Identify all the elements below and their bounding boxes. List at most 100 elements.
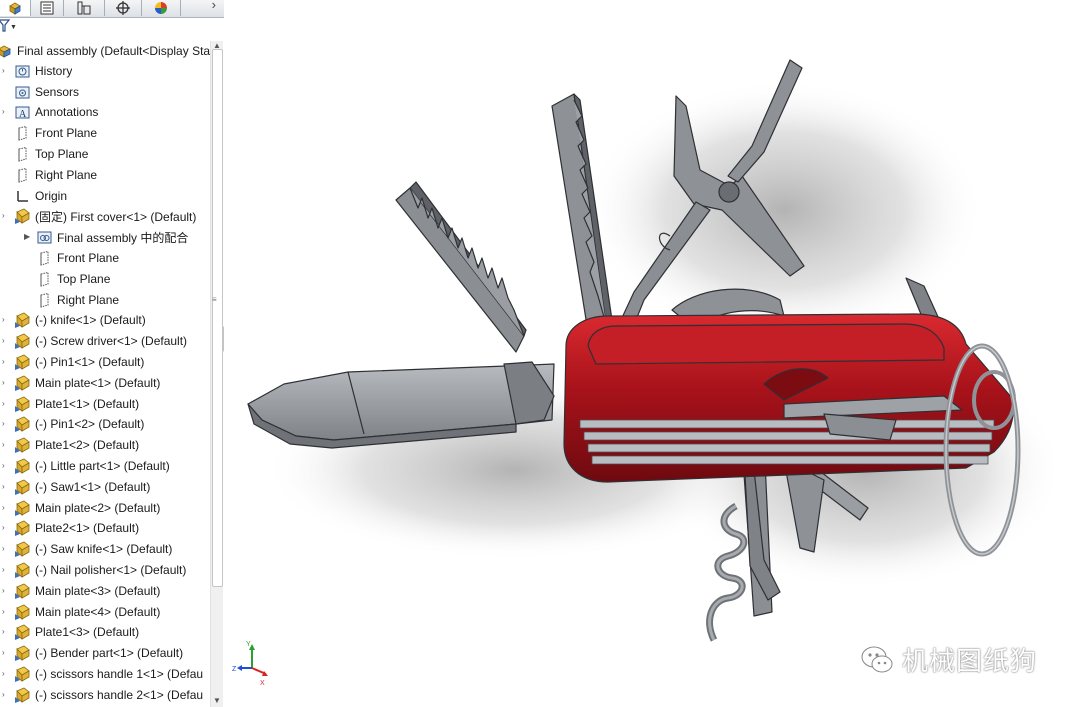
tree-expander-icon[interactable]: › [2, 648, 5, 657]
tree-node[interactable]: Main plate<2> (Default) [14, 498, 160, 518]
history-icon [14, 63, 31, 80]
tree-expander-icon[interactable]: › [2, 419, 5, 428]
tree-expander-icon[interactable]: › [2, 565, 5, 574]
tree-node[interactable]: (-) Screw driver<1> (Default) [14, 331, 187, 351]
tree-node[interactable]: Front Plane [14, 123, 97, 143]
tree-expander-icon[interactable]: › [2, 690, 5, 699]
tree-node[interactable]: (-) scissors handle 2<1> (Defau [14, 685, 203, 705]
plane-icon [14, 125, 31, 142]
tree-expander-icon[interactable]: › [2, 544, 5, 553]
filter-icon [0, 19, 10, 32]
tree-node-label: (-) Screw driver<1> (Default) [35, 334, 188, 348]
tree-node-label: Right Plane [57, 293, 120, 307]
tree-expander-icon[interactable]: › [2, 440, 5, 449]
tree-node[interactable]: (-) knife<1> (Default) [14, 310, 146, 330]
tree-node[interactable]: Origin [14, 186, 67, 206]
tree-expander-icon[interactable]: › [2, 357, 5, 366]
tree-node-label: Front Plane [57, 251, 120, 265]
tree-node-label: (-) Saw knife<1> (Default) [35, 542, 173, 556]
tree-node-label: (-) scissors handle 2<1> (Defau [35, 688, 204, 702]
origin-icon [14, 188, 31, 205]
tree-node[interactable]: Plate1<1> (Default) [14, 394, 139, 414]
annotations-icon: A [14, 104, 31, 121]
plane-icon [14, 146, 31, 163]
plane-icon [36, 292, 53, 309]
tree-node[interactable]: Final assembly (Default<Display Sta [0, 41, 210, 61]
tree-expander-icon[interactable]: › [2, 523, 5, 532]
tree-node[interactable]: Main plate<3> (Default) [14, 581, 160, 601]
tree-node[interactable]: Right Plane [36, 290, 119, 310]
graphics-viewport[interactable]: Y Z X 机械图纸狗 [224, 0, 1080, 707]
tabs-more-arrow-icon[interactable]: › [212, 0, 216, 12]
part-icon [14, 437, 31, 454]
tree-expander-icon[interactable]: › [2, 315, 5, 324]
tree-expander-icon[interactable]: › [2, 461, 5, 470]
display-manager-icon [155, 2, 167, 14]
tree-node[interactable]: (固定) First cover<1> (Default) [14, 206, 196, 226]
triad-z-label: Z [232, 666, 237, 673]
tree-node[interactable]: Main plate<1> (Default) [14, 373, 160, 393]
tree-expander-icon[interactable]: › [2, 378, 5, 387]
tree-node[interactable]: Right Plane [14, 165, 97, 185]
tree-node-label: Origin [35, 189, 68, 203]
tree-expander-icon[interactable]: › [2, 336, 5, 345]
tree-node-label: (-) Pin1<2> (Default) [35, 417, 145, 431]
scrollbar-thumb[interactable] [212, 49, 223, 587]
tree-expander-icon[interactable]: › [2, 586, 5, 595]
tab-display-manager[interactable] [142, 0, 181, 16]
part-icon [14, 604, 31, 621]
tree-expander-icon[interactable]: › [2, 607, 5, 616]
watermark-text: 机械图纸狗 [902, 646, 1038, 676]
tree-node-label: Main plate<1> (Default) [35, 376, 161, 390]
tree-node[interactable]: Plate1<2> (Default) [14, 435, 139, 455]
plane-icon [36, 271, 53, 288]
tree-filter[interactable]: ▼ [0, 18, 224, 38]
tree-expander-icon[interactable]: › [2, 66, 5, 75]
tree-expander-icon[interactable]: › [2, 211, 5, 220]
svg-text:A: A [19, 109, 27, 120]
manager-tabs: › [0, 0, 224, 18]
tree-scrollbar[interactable]: ▲ ≡ ▼ [210, 41, 223, 707]
tree-node[interactable]: A Annotations [14, 102, 98, 122]
tab-dimxpert[interactable] [105, 0, 142, 16]
tree-node[interactable]: Top Plane [36, 269, 110, 289]
tree-node-label: Top Plane [35, 147, 89, 161]
tree-node[interactable]: Final assembly 中的配合 [36, 227, 188, 247]
swiss-knife-model[interactable] [224, 0, 1080, 707]
tree-node[interactable]: Sensors [14, 82, 79, 102]
tree-expander-icon[interactable]: › [2, 482, 5, 491]
tree-node-label: Final assembly (Default<Display Sta [17, 44, 211, 58]
tree-node[interactable]: Top Plane [14, 144, 88, 164]
tree-node[interactable]: (-) Little part<1> (Default) [14, 456, 170, 476]
part-icon [14, 396, 31, 413]
scroll-down-icon[interactable]: ▼ [213, 696, 221, 705]
tree-node[interactable]: Plate2<1> (Default) [14, 518, 139, 538]
tab-feature-manager[interactable] [0, 0, 31, 16]
tree-node-label: Plate2<1> (Default) [35, 521, 140, 535]
tree-expander-icon[interactable]: › [2, 669, 5, 678]
tree-expander-icon[interactable]: › [2, 503, 5, 512]
part-icon [14, 624, 31, 641]
tree-expander-icon[interactable]: › [2, 399, 5, 408]
tab-property-manager[interactable] [31, 0, 64, 16]
tree-node[interactable]: Main plate<4> (Default) [14, 602, 160, 622]
tree-node[interactable]: (-) Pin1<2> (Default) [14, 414, 144, 434]
tree-node[interactable]: (-) Saw1<1> (Default) [14, 477, 150, 497]
tree-node[interactable]: History [14, 61, 72, 81]
feature-manager-icon [9, 2, 21, 15]
tree-node[interactable]: (-) scissors handle 1<1> (Defau [14, 664, 203, 684]
tree-expander-icon[interactable]: › [2, 107, 5, 116]
saw-blade[interactable] [395, 181, 527, 353]
tree-node[interactable]: (-) Bender part<1> (Default) [14, 643, 183, 663]
tree-node[interactable]: Plate1<3> (Default) [14, 622, 139, 642]
tree-expander-icon[interactable]: › [2, 627, 5, 636]
tree-node[interactable]: Front Plane [36, 248, 119, 268]
tab-configuration-manager[interactable] [64, 0, 105, 16]
scroll-grip-icon: ≡ [212, 295, 217, 304]
tree-node[interactable]: (-) Nail polisher<1> (Default) [14, 560, 186, 580]
tree-node[interactable]: (-) Saw knife<1> (Default) [14, 539, 172, 559]
tree-node[interactable]: (-) Pin1<1> (Default) [14, 352, 144, 372]
tree-expander-icon[interactable]: ▶ [24, 232, 30, 241]
part-icon [14, 500, 31, 517]
tree-node-label: Final assembly 中的配合 [57, 230, 189, 245]
